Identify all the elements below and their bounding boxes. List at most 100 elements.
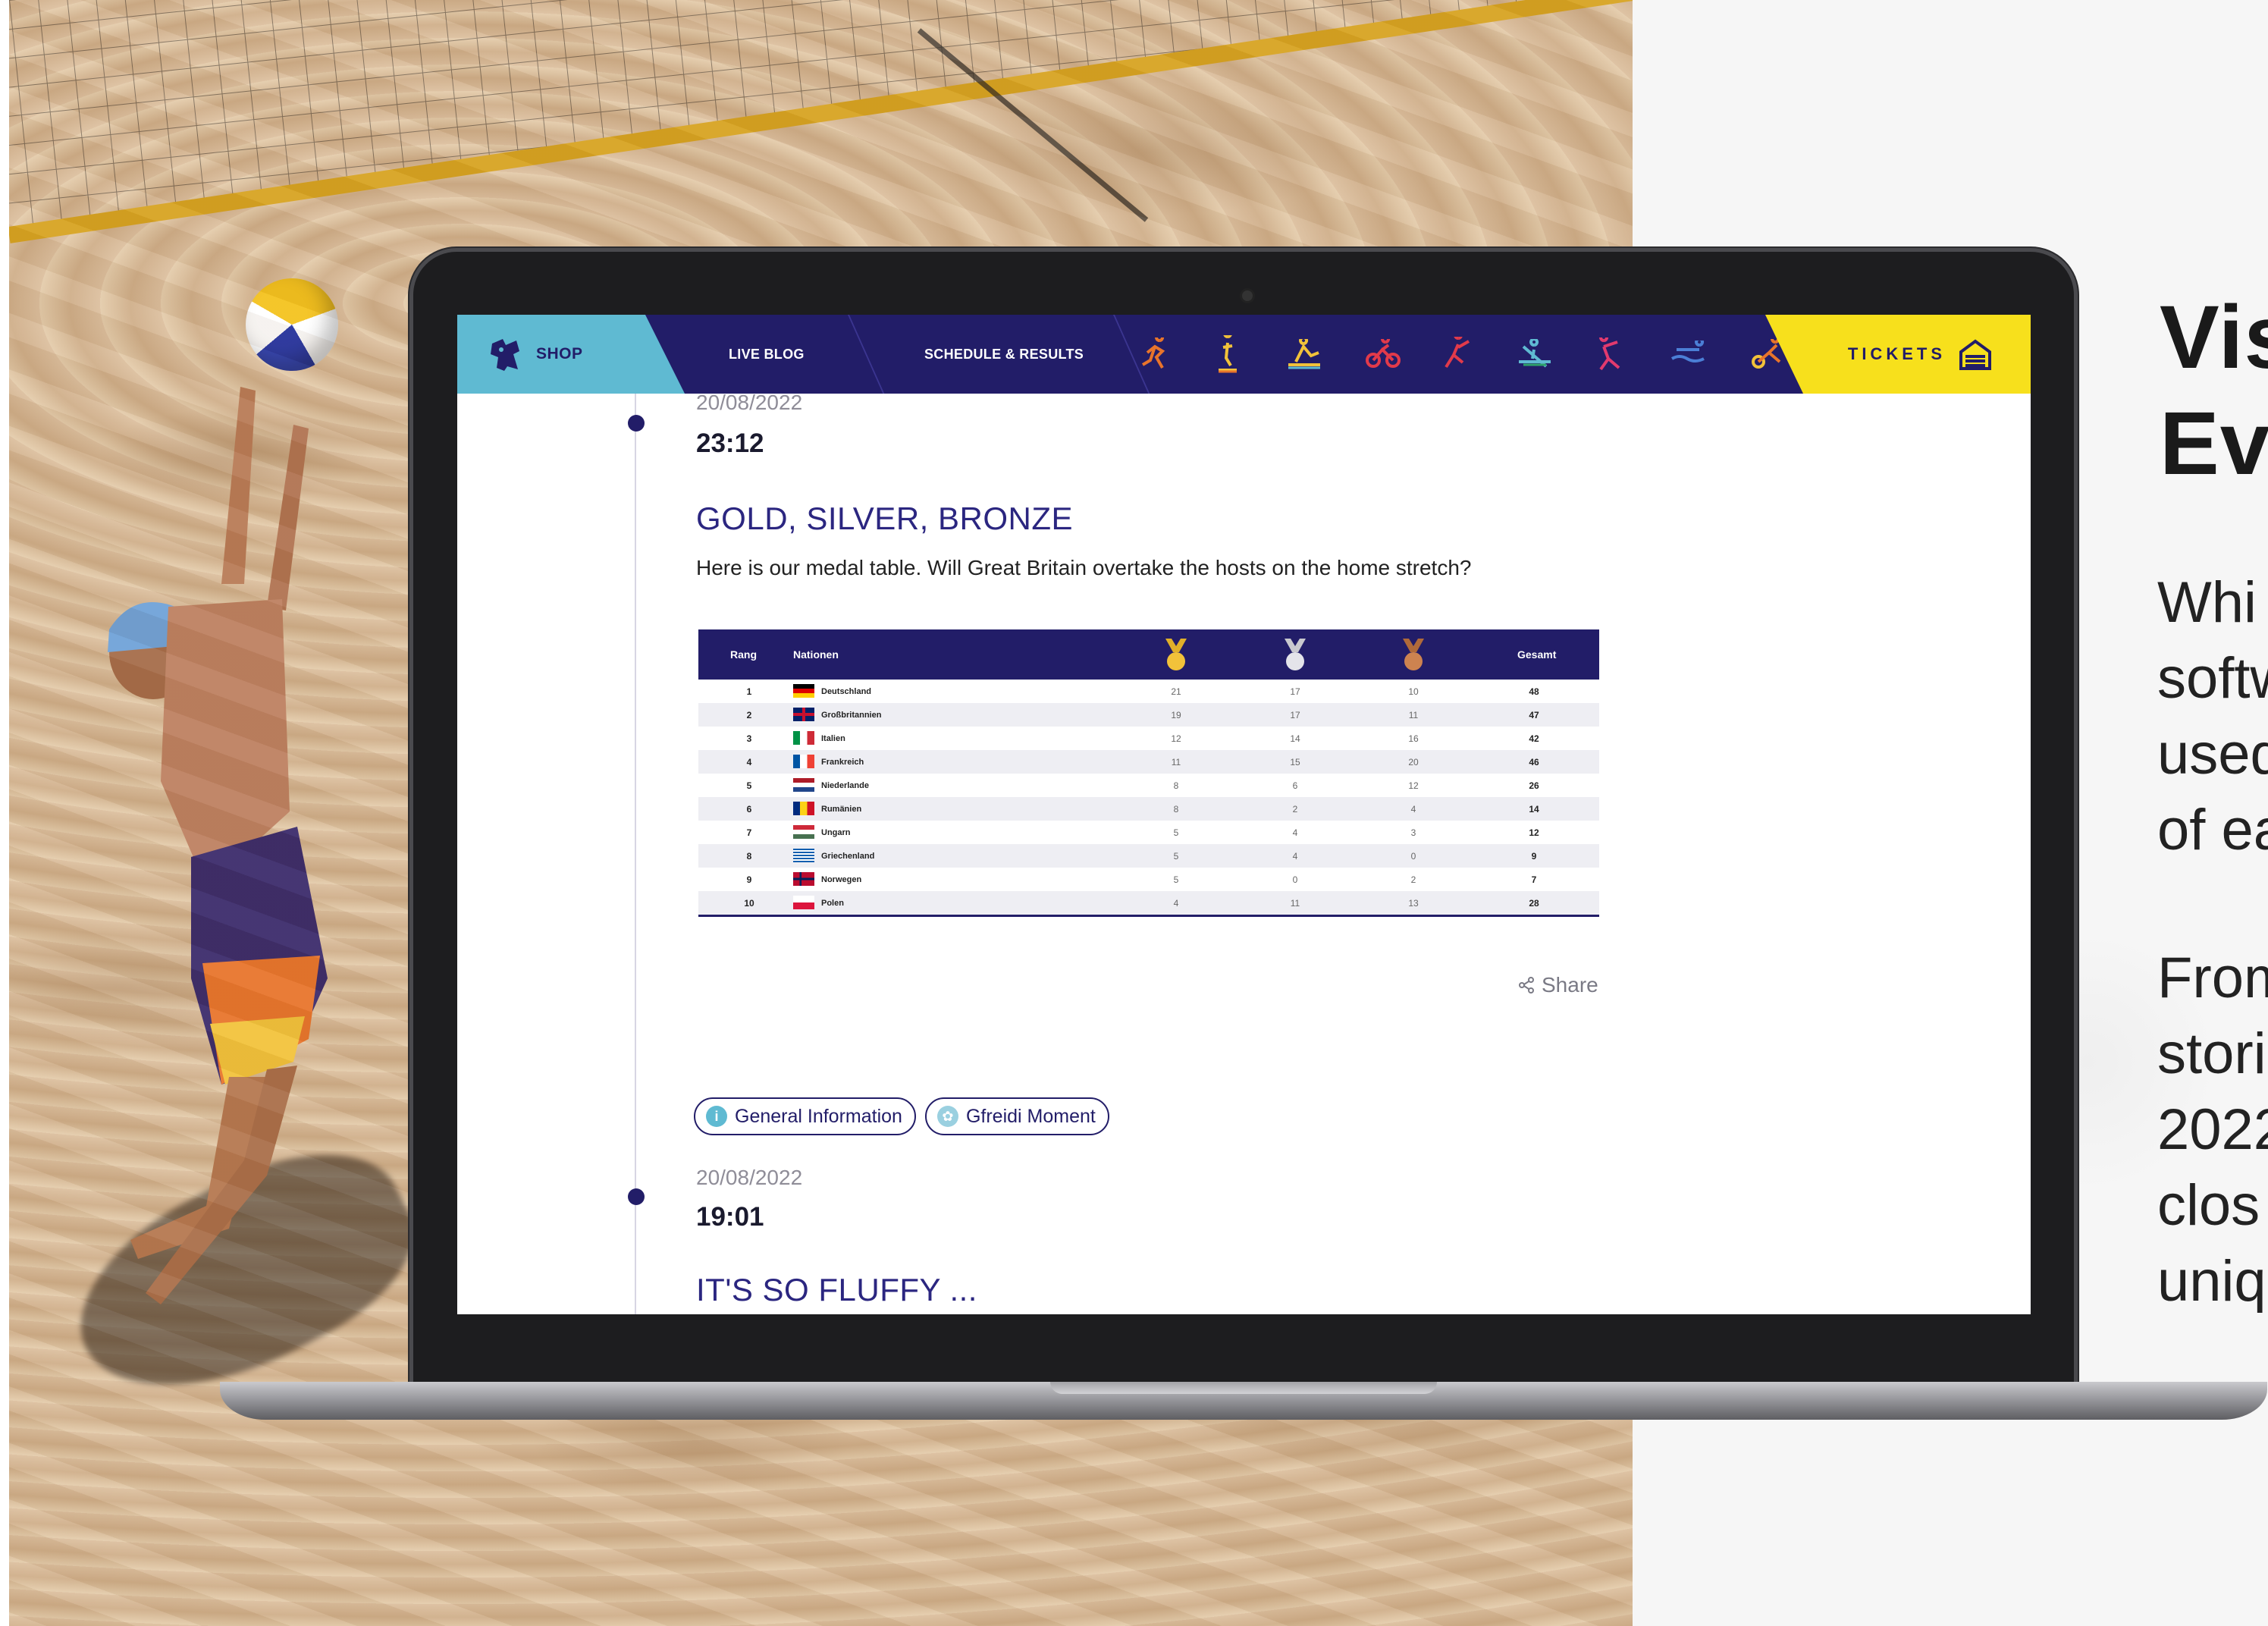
bronze-cell: 13 <box>1408 897 1419 909</box>
silver-cell: 6 <box>1292 780 1298 791</box>
side-paragraph-1: Whi softw used of ea <box>2157 570 2268 862</box>
flag-icon <box>793 872 814 886</box>
tag-gfreidi-moment[interactable]: ✿ Gfreidi Moment <box>924 1097 1109 1135</box>
flag-icon <box>793 731 814 745</box>
gold-cell: 11 <box>1171 756 1181 767</box>
total-cell: 7 <box>1531 874 1537 885</box>
medal-table-header: Rang Nationen Gesamt <box>698 629 1599 680</box>
gold-medal-icon <box>1162 629 1190 680</box>
cycling-icon[interactable] <box>1366 339 1401 369</box>
gold-cell: 8 <box>1173 780 1179 791</box>
flag-icon <box>793 778 814 792</box>
swimming-icon[interactable] <box>1669 341 1707 368</box>
post-text: Here is our medal table. Will Great Brit… <box>696 556 1472 579</box>
athletics-icon[interactable] <box>1140 337 1170 371</box>
total-cell: 28 <box>1529 897 1539 909</box>
total-cell: 47 <box>1529 709 1539 720</box>
nav-schedule-results[interactable]: SCHEDULE & RESULTS <box>924 315 1084 394</box>
rank-cell: 5 <box>746 780 752 791</box>
nation-cell: Rumänien <box>821 804 862 814</box>
silver-cell: 2 <box>1292 803 1298 815</box>
post-title: IT'S SO FLUFFY ... <box>696 1272 977 1307</box>
silver-cell: 14 <box>1290 733 1300 744</box>
nation-cell: Frankreich <box>821 757 864 767</box>
nav-tickets-label: TICKETS <box>1847 344 1946 363</box>
volleyball-player <box>108 387 328 1304</box>
rank-cell: 4 <box>746 756 752 767</box>
rowing-icon[interactable] <box>1285 339 1323 369</box>
medal-table: Rang Nationen Gesamt 1 Deutschland 21 17 10 4… <box>698 629 1599 917</box>
silver-cell: 11 <box>1290 897 1300 909</box>
total-cell: 12 <box>1529 827 1539 838</box>
rank-cell: 8 <box>746 850 752 862</box>
timeline-line <box>635 394 636 1314</box>
bronze-cell: 20 <box>1408 756 1419 767</box>
flag-icon <box>793 755 814 768</box>
flag-icon <box>793 849 814 862</box>
table-row: 3 Italien 12 14 16 42 <box>698 727 1599 750</box>
share-label: Share <box>1542 973 1598 997</box>
silver-cell: 17 <box>1290 686 1300 697</box>
flag-icon <box>793 802 814 815</box>
gold-cell: 12 <box>1171 733 1181 744</box>
flag-icon <box>793 825 814 839</box>
bronze-cell: 10 <box>1408 686 1419 697</box>
post-date: 20/08/2022 <box>696 1166 803 1189</box>
laptop-notch <box>1050 1382 1437 1394</box>
nav-shop[interactable]: SHOP <box>457 315 685 394</box>
bronze-cell: 12 <box>1408 780 1419 791</box>
canoe-icon[interactable] <box>1516 339 1554 369</box>
silver-cell: 4 <box>1292 827 1298 838</box>
bronze-cell: 3 <box>1410 827 1416 838</box>
table-row: 10 Polen 4 11 13 28 <box>698 891 1599 915</box>
silver-cell: 17 <box>1290 709 1300 720</box>
gymnastics-icon[interactable] <box>1212 335 1243 373</box>
share-button[interactable]: Share <box>1517 973 1598 997</box>
nation-cell: Ungarn <box>821 827 851 837</box>
total-cell: 46 <box>1529 756 1539 767</box>
rank-cell: 7 <box>746 827 752 838</box>
nation-cell: Großbritannien <box>821 710 882 720</box>
nation-cell: Niederlande <box>821 780 869 790</box>
nav-shop-label: SHOP <box>536 345 583 363</box>
table-row: 6 Rumänien 8 2 4 14 <box>698 797 1599 821</box>
side-heading: Vis Eve <box>2160 287 2268 494</box>
post-time: 19:01 <box>696 1202 764 1232</box>
table-row: 1 Deutschland 21 17 10 48 <box>698 680 1599 703</box>
silver-cell: 15 <box>1290 756 1300 767</box>
total-cell: 9 <box>1531 850 1537 862</box>
sport-icons <box>1140 315 1787 394</box>
nav-tickets[interactable]: TICKETS <box>1765 315 2031 394</box>
header-total: Gesamt <box>1517 648 1557 661</box>
gold-cell: 21 <box>1171 686 1181 697</box>
post-time: 23:12 <box>696 428 764 458</box>
rank-cell: 9 <box>746 874 752 885</box>
tag-label: General Information <box>735 1105 902 1127</box>
nav-live-blog[interactable]: LIVE BLOG <box>729 315 805 394</box>
nation-cell: Norwegen <box>821 874 862 884</box>
table-row: 5 Niederlande 8 6 12 26 <box>698 774 1599 797</box>
rank-cell: 2 <box>746 709 752 720</box>
post-tags: i General Information ✿ Gfreidi Moment <box>694 1097 1109 1135</box>
nation-cell: Italien <box>821 733 845 743</box>
table-row: 8 Griechenland 5 4 0 9 <box>698 844 1599 868</box>
rank-cell: 3 <box>746 733 752 744</box>
bronze-medal-icon <box>1400 629 1427 680</box>
volleyball-net <box>9 0 1633 243</box>
gold-cell: 5 <box>1173 874 1179 885</box>
climbing-icon[interactable] <box>1443 337 1473 372</box>
bronze-cell: 2 <box>1410 874 1416 885</box>
total-cell: 26 <box>1529 780 1539 791</box>
post-date: 20/08/2022 <box>696 391 803 414</box>
nation-cell: Deutschland <box>821 686 872 696</box>
tag-general-information[interactable]: i General Information <box>694 1097 916 1135</box>
beach-volley-icon[interactable] <box>1596 337 1626 371</box>
nation-cell: Polen <box>821 898 844 908</box>
side-paragraph-2: From stori 2022 clos uniq <box>2157 946 2268 1314</box>
rank-cell: 1 <box>746 686 752 697</box>
flag-icon <box>793 896 814 909</box>
bronze-cell: 16 <box>1408 733 1419 744</box>
timeline-dot <box>628 415 645 432</box>
silver-cell: 0 <box>1292 874 1298 885</box>
table-row: 2 Großbritannien 19 17 11 47 <box>698 703 1599 727</box>
